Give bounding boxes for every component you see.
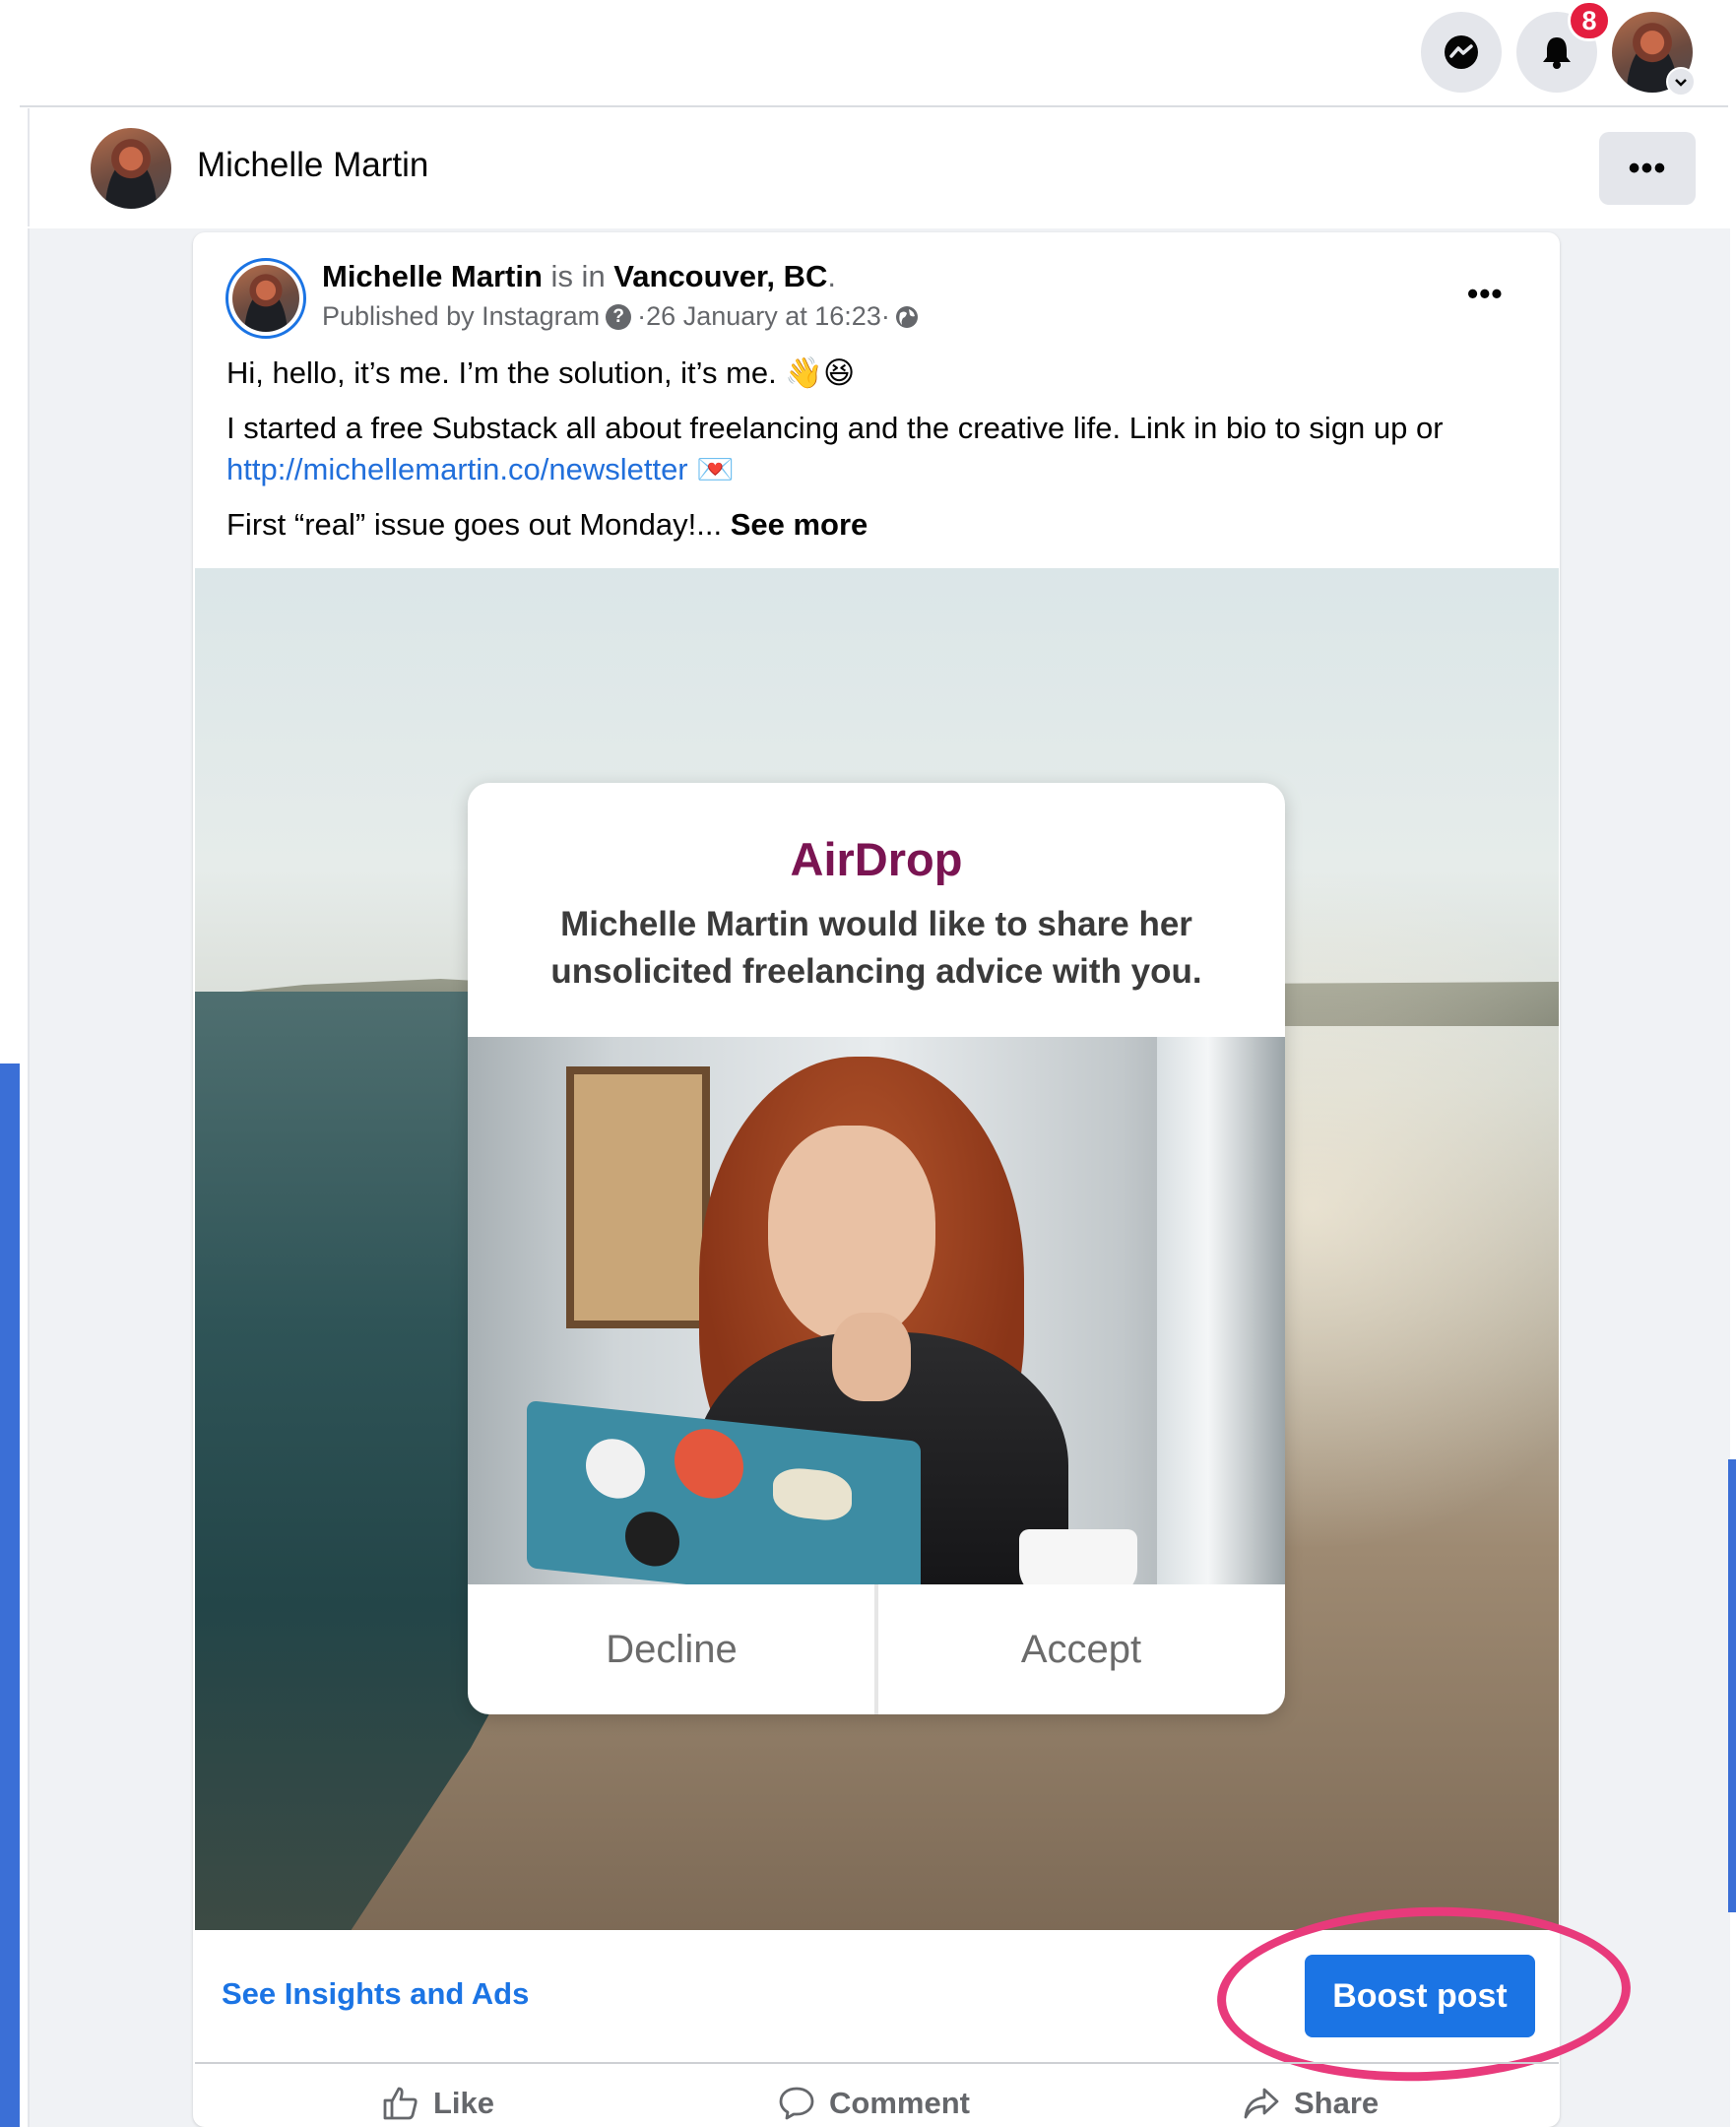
top-bar-divider (20, 105, 1728, 107)
comment-button[interactable]: Comment (778, 2080, 970, 2127)
like-label: Like (433, 2086, 495, 2120)
newsletter-link[interactable]: http://michellemartin.co/newsletter (226, 452, 688, 486)
coffee-mug (1019, 1529, 1137, 1584)
love-letter-emoji: 💌 (696, 452, 735, 486)
page-more-button[interactable]: ••• (1599, 132, 1696, 205)
post-author-link[interactable]: Michelle Martin (322, 259, 543, 293)
post-text-line3: http://michellemartin.co/newsletter 💌 (226, 449, 735, 490)
meta-separator: · (637, 301, 647, 331)
post-timestamp[interactable]: 26 January at 16:23 (646, 301, 881, 332)
portrait-face (768, 1126, 935, 1342)
comment-icon (779, 2087, 814, 2120)
post-period: . (827, 259, 837, 293)
post-image[interactable]: AirDrop Michelle Martin would like to sh… (195, 568, 1559, 1930)
decline-button[interactable]: Decline (468, 1584, 875, 1714)
post-author-avatar[interactable] (232, 265, 299, 332)
thumbs-up-icon (383, 2087, 418, 2120)
see-insights-link[interactable]: See Insights and Ads (222, 1976, 529, 2012)
meta-separator: · (880, 301, 890, 331)
page-avatar[interactable] (91, 128, 171, 209)
messenger-icon (1445, 35, 1478, 69)
like-button[interactable]: Like (382, 2080, 494, 2127)
page-title: Michelle Martin (197, 146, 429, 184)
post-author-avatar-ring[interactable] (225, 258, 306, 339)
chevron-down-icon[interactable] (1666, 67, 1696, 97)
post-is-in-text: is in (542, 259, 614, 293)
portrait-hand (832, 1313, 911, 1401)
window (1157, 1037, 1285, 1584)
notification-count-badge: 8 (1568, 0, 1611, 41)
airdrop-dialog: AirDrop Michelle Martin would like to sh… (468, 783, 1285, 1714)
right-edge-strip (1728, 1459, 1736, 1912)
share-button[interactable]: Share (1243, 2080, 1379, 2127)
post-location-link[interactable]: Vancouver, BC (613, 259, 827, 293)
post-text-line4: First “real” issue goes out Monday!... S… (226, 504, 868, 546)
share-icon (1244, 2088, 1279, 2119)
action-bar-divider (195, 2062, 1559, 2064)
post-meta: Published by Instagram ? · 26 January at… (322, 301, 920, 332)
globe-icon[interactable] (894, 304, 920, 330)
help-icon[interactable]: ? (606, 303, 632, 330)
accept-button[interactable]: Accept (877, 1584, 1285, 1714)
post-teaser: First “real” issue goes out Monday!... (226, 507, 731, 542)
post-text-line2: I started a free Substack all about free… (226, 411, 1444, 445)
share-label: Share (1294, 2086, 1380, 2120)
left-edge-strip (0, 1064, 20, 2127)
easel (566, 1066, 710, 1328)
see-more-link[interactable]: See more (731, 507, 868, 542)
airdrop-photo (468, 1037, 1285, 1584)
post-text-line1: Hi, hello, it’s me. I’m the solution, it… (226, 355, 856, 390)
airdrop-message: Michelle Martin would like to share her … (550, 905, 1202, 991)
post-more-button[interactable]: ••• (1467, 276, 1504, 312)
messenger-button[interactable] (1421, 12, 1502, 93)
bell-icon (1543, 37, 1571, 69)
comment-label: Comment (829, 2086, 970, 2120)
published-by-text: Published by Instagram (322, 301, 601, 331)
post-header: Michelle Martin is in Vancouver, BC. (322, 259, 836, 294)
airdrop-title: AirDrop (790, 833, 963, 885)
